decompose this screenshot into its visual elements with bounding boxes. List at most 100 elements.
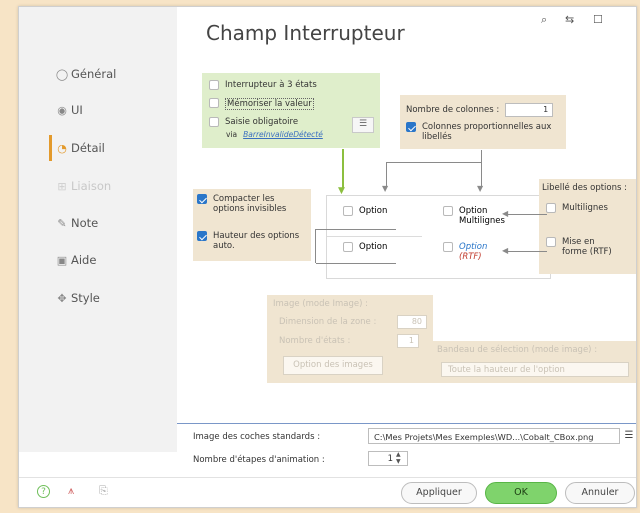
image-options-button: Option des images <box>283 356 383 375</box>
help-icon: ▣ <box>56 253 68 267</box>
animation-steps-input[interactable]: 1 <box>368 451 408 466</box>
auto-height-label: Hauteur des options auto. <box>213 231 300 251</box>
sidebar-item-note[interactable]: ✎ Note <box>55 216 98 230</box>
search-icon[interactable]: ⌕ <box>541 13 547 27</box>
eye-icon: ◉ <box>57 103 67 117</box>
arrow-down-icon: ▼ <box>382 184 389 193</box>
apply-button[interactable]: Appliquer <box>401 482 477 504</box>
divider <box>327 236 422 237</box>
compact-label: Compacter les options invisibles <box>213 194 287 214</box>
columns-label: Nombre de colonnes : <box>406 105 500 115</box>
selection-dropdown: Toute la hauteur de l'option <box>441 362 629 377</box>
via-label: via <box>226 130 238 139</box>
help-icon[interactable]: ? <box>37 485 50 498</box>
height-indicator-line <box>315 229 316 263</box>
rtf-checkbox[interactable] <box>546 237 556 247</box>
cancel-button[interactable]: Annuler <box>565 482 635 504</box>
connector-line <box>386 162 482 163</box>
required-label: Saisie obligatoire <box>225 117 299 127</box>
link-icon: ⊞ <box>57 179 67 193</box>
style-preview-icon[interactable]: ⩚ <box>68 484 74 498</box>
sidebar-item-label: Liaison <box>71 179 112 193</box>
proportional-checkbox[interactable] <box>406 122 416 132</box>
remember-label: Mémoriser la valeur <box>225 98 314 110</box>
sidebar-item-liaison: ⊞ Liaison <box>55 179 111 193</box>
preview-option-2: Option Multilignes <box>459 206 505 226</box>
remember-checkbox[interactable] <box>209 98 219 108</box>
zone-label: Dimension de la zone : <box>279 317 377 327</box>
menu-icon[interactable]: ☰ <box>622 428 636 444</box>
via-link[interactable]: BarreInvalideDétecté <box>243 130 323 139</box>
animation-steps-label: Nombre d'étapes d'animation : <box>193 455 325 465</box>
preview-option-4-sub: (RTF) <box>459 252 482 262</box>
detail-icon: ◔ <box>57 141 67 155</box>
sidebar-item-aide[interactable]: ▣ Aide <box>55 253 97 267</box>
sidebar-item-general[interactable]: ◯ Général <box>55 67 116 81</box>
divider <box>177 423 636 424</box>
arrow-down-icon: ▼ <box>477 184 484 193</box>
edit-message-button[interactable]: ☰ <box>352 117 374 133</box>
sidebar-item-label: UI <box>71 103 83 117</box>
ok-button[interactable]: OK <box>485 482 557 504</box>
image-panel: Image (mode Image) : Dimension de la zon… <box>267 295 433 383</box>
auto-height-checkbox[interactable] <box>197 231 207 241</box>
labels-panel: Libellé des options : Multilignes Mise e… <box>539 179 636 274</box>
preview-option-1: Option <box>359 206 388 216</box>
required-checkbox[interactable] <box>209 117 219 127</box>
sidebar: ◯ Général ◉ UI ◔ Détail ⊞ Liaison ✎ Note ▣ Aid… <box>19 7 177 452</box>
maximize-icon[interactable]: ☐ <box>593 13 603 26</box>
compact-checkbox[interactable] <box>197 194 207 204</box>
sidebar-item-label: Style <box>71 291 100 305</box>
preview-checkbox <box>343 206 353 216</box>
rtf-label: Mise en forme (RTF) <box>562 237 612 257</box>
sidebar-item-ui[interactable]: ◉ UI <box>55 103 83 117</box>
preview-checkbox <box>443 242 453 252</box>
preview-checkbox <box>443 206 453 216</box>
style-icon: ✥ <box>57 291 67 305</box>
multiline-checkbox[interactable] <box>546 203 556 213</box>
sidebar-item-label: Général <box>71 67 117 81</box>
sidebar-item-label: Détail <box>71 141 105 155</box>
active-indicator <box>49 135 52 161</box>
states-label: Nombre d'états : <box>279 336 351 346</box>
dock-icon[interactable]: ⇆ <box>565 13 574 26</box>
spinner-icon[interactable]: ▲ ▼ <box>396 451 401 465</box>
green-connector-line <box>342 149 344 189</box>
tri-state-label: Interrupteur à 3 états <box>225 80 317 90</box>
columns-input[interactable]: 1 <box>505 103 554 117</box>
preview-checkbox <box>343 242 353 252</box>
sidebar-item-style[interactable]: ✥ Style <box>55 291 100 305</box>
selection-panel: Bandeau de sélection (mode image) : Tout… <box>433 341 636 383</box>
preview-option-4: Option <box>459 242 488 252</box>
columns-panel: Nombre de colonnes : 1 Colonnes proportio… <box>400 95 566 149</box>
preview-option-3: Option <box>359 242 388 252</box>
arrow-left-icon: ◀ <box>502 209 509 218</box>
states-input: 1 <box>397 334 419 348</box>
height-indicator-line <box>316 263 396 264</box>
copy-icon[interactable]: ⎘ <box>99 484 108 498</box>
connector-line <box>507 214 547 215</box>
multiline-label: Multilignes <box>562 203 608 213</box>
checks-image-label: Image des coches standards : <box>193 432 321 442</box>
selection-title: Bandeau de sélection (mode image) : <box>437 345 598 355</box>
tri-state-checkbox[interactable] <box>209 80 219 90</box>
sidebar-item-label: Aide <box>71 253 97 267</box>
proportional-label: Colonnes proportionnelles aux libellés <box>422 122 552 142</box>
connector-line <box>507 251 547 252</box>
sidebar-item-label: Note <box>71 216 99 230</box>
zone-input: 80 <box>397 315 427 329</box>
checks-image-input[interactable]: C:\Mes Projets\Mes Exemples\WD...\Cobalt… <box>368 428 620 444</box>
height-indicator-line <box>316 229 396 230</box>
connector-line <box>481 150 482 162</box>
pencil-icon: ✎ <box>57 216 67 230</box>
page-title: Champ Interrupteur <box>206 21 405 45</box>
sidebar-item-detail[interactable]: ◔ Détail <box>55 141 105 155</box>
arrow-left-icon: ◀ <box>502 246 509 255</box>
layout-options-panel: Compacter les options invisibles Hauteur… <box>193 189 311 261</box>
options-preview: Option Option Multilignes Option Option(… <box>326 195 551 279</box>
dialog-window: ◯ Général ◉ UI ◔ Détail ⊞ Liaison ✎ Note ▣ Aid… <box>18 6 637 508</box>
general-icon: ◯ <box>55 67 69 81</box>
switch-options-panel: Interrupteur à 3 états Mémoriser la vale… <box>202 73 380 148</box>
footer-divider <box>19 477 636 478</box>
image-panel-title: Image (mode Image) : <box>273 299 368 309</box>
